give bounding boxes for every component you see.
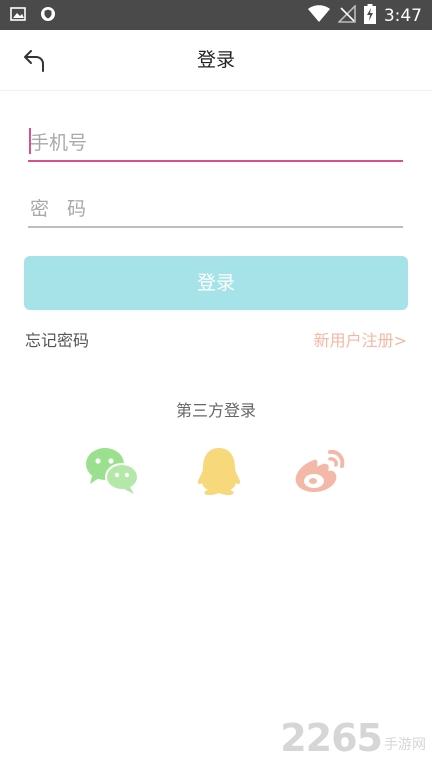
- password-placeholder: 密码: [30, 198, 105, 220]
- password-input[interactable]: 密码: [28, 188, 403, 228]
- weibo-icon[interactable]: [292, 446, 348, 496]
- phone-placeholder: 手机号: [30, 132, 88, 154]
- qq-icon[interactable]: [191, 446, 247, 496]
- phone-input[interactable]: 手机号: [28, 122, 403, 162]
- wifi-icon: [307, 5, 330, 27]
- wechat-icon[interactable]: [84, 446, 140, 496]
- watermark-text: 手游网: [384, 737, 426, 753]
- app-header: 登录: [0, 30, 432, 91]
- login-button[interactable]: 登录: [24, 256, 408, 310]
- battery-charging-icon: [363, 4, 376, 28]
- no-signal-icon: [336, 4, 356, 27]
- register-link[interactable]: 新用户注册>: [314, 327, 407, 351]
- password-underline: [28, 226, 403, 228]
- clock: 3:47: [383, 6, 422, 26]
- image-icon: [10, 6, 26, 26]
- page-title: 登录: [196, 49, 235, 71]
- forgot-password-link[interactable]: 忘记密码: [25, 327, 89, 351]
- watermark: 2265 手游网: [280, 716, 426, 760]
- shield-icon: [40, 6, 56, 26]
- phone-underline: [28, 160, 403, 162]
- third-party-login-label: 第三方登录: [175, 401, 256, 420]
- status-bar: 3:47: [0, 0, 432, 30]
- watermark-number: 2265: [280, 716, 383, 760]
